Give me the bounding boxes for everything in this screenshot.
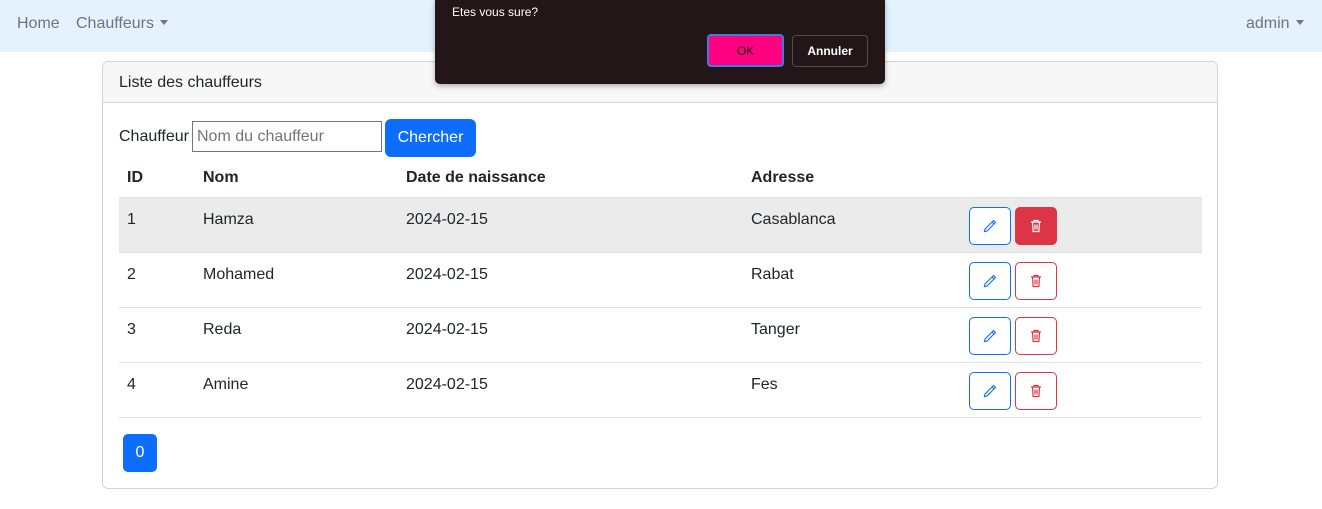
caret-down-icon (1295, 20, 1304, 25)
trash-icon (1031, 384, 1041, 398)
search-label: Chauffeur (119, 128, 189, 145)
pencil-icon (983, 274, 997, 288)
cell-adresse: Casablanca (751, 211, 836, 228)
cell-nom: Amine (203, 376, 249, 393)
pencil-icon (983, 219, 997, 233)
edit-button[interactable] (969, 207, 1011, 245)
dialog-message: Etes vous sure? (452, 5, 539, 19)
cell-id: 4 (127, 376, 136, 393)
nav-chauffeurs-label: Chauffeurs (76, 15, 154, 32)
nav-chauffeurs-dropdown[interactable]: Chauffeurs (76, 15, 168, 33)
edit-button[interactable] (969, 372, 1011, 410)
dialog-cancel-button[interactable]: Annuler (792, 35, 868, 67)
trash-icon (1031, 274, 1041, 288)
user-menu-label: admin (1246, 15, 1290, 32)
card-title: Liste des chauffeurs (119, 74, 262, 91)
table-row: 4 Amine 2024-02-15 Fes (119, 362, 1202, 417)
cell-nom: Hamza (203, 211, 254, 228)
dialog-ok-button[interactable]: OK (707, 34, 784, 67)
cell-date: 2024-02-15 (406, 211, 488, 228)
table-row: 2 Mohamed 2024-02-15 Rabat (119, 252, 1202, 307)
confirm-dialog: Etes vous sure? OK Annuler (435, 0, 885, 84)
cell-nom: Mohamed (203, 266, 275, 283)
delete-button[interactable] (1015, 317, 1057, 355)
edit-button[interactable] (969, 262, 1011, 300)
search-button[interactable]: Chercher (385, 119, 476, 157)
nav-home-link[interactable]: Home (17, 15, 60, 33)
cell-date: 2024-02-15 (406, 376, 488, 393)
cell-date: 2024-02-15 (406, 321, 488, 338)
trash-icon (1031, 219, 1041, 233)
edit-button[interactable] (969, 317, 1011, 355)
cell-id: 2 (127, 266, 136, 283)
cell-adresse: Rabat (751, 266, 794, 283)
cell-adresse: Tanger (751, 321, 800, 338)
search-input[interactable] (192, 121, 382, 152)
column-header-id: ID (127, 169, 143, 186)
user-menu-dropdown[interactable]: admin (1246, 15, 1304, 33)
delete-button[interactable] (1015, 372, 1057, 410)
cell-id: 1 (127, 211, 136, 228)
cell-nom: Reda (203, 321, 242, 338)
pagination-page-button[interactable]: 0 (123, 434, 157, 472)
cell-id: 3 (127, 321, 136, 338)
caret-down-icon (159, 20, 168, 25)
column-header-adresse: Adresse (751, 169, 815, 186)
pencil-icon (983, 384, 997, 398)
cell-adresse: Fes (751, 376, 778, 393)
trash-icon (1031, 329, 1041, 343)
table-row: 3 Reda 2024-02-15 Tanger (119, 307, 1202, 362)
cell-date: 2024-02-15 (406, 266, 488, 283)
delete-button[interactable] (1015, 207, 1057, 245)
delete-button[interactable] (1015, 262, 1057, 300)
column-header-date: Date de naissance (406, 169, 546, 186)
drivers-card: Liste des chauffeurs Chauffeur Chercher … (102, 61, 1218, 489)
column-header-nom: Nom (203, 169, 239, 186)
table-row: 1 Hamza 2024-02-15 Casablanca (119, 197, 1202, 252)
table-bottom-border (119, 417, 1202, 418)
pencil-icon (983, 329, 997, 343)
